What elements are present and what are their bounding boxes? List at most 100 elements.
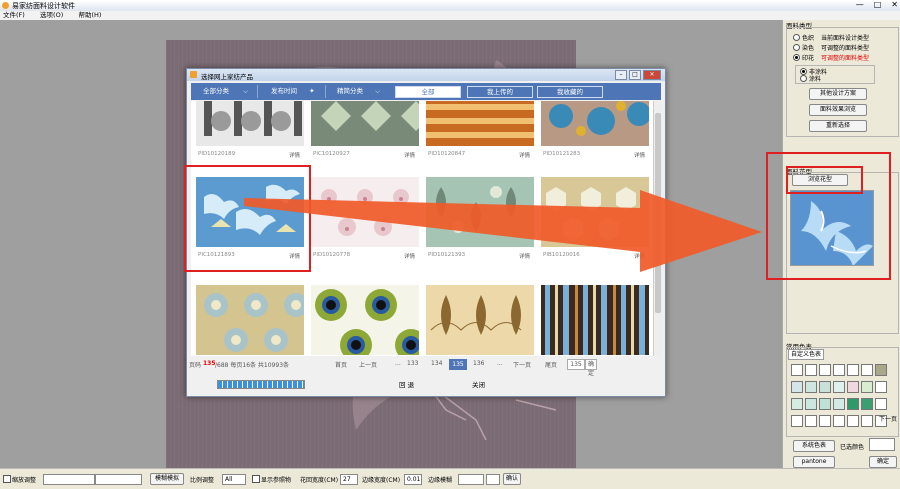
color-swatch[interactable]: [805, 364, 817, 376]
color-swatch[interactable]: [791, 364, 803, 376]
product-thumbnail[interactable]: [541, 101, 649, 146]
grid-scrollbar[interactable]: [653, 101, 662, 356]
pantone-button[interactable]: pantone: [793, 456, 835, 468]
product-detail-link[interactable]: 详情: [404, 151, 415, 159]
color-swatch[interactable]: [861, 398, 873, 410]
reselect-button[interactable]: 重新选择: [809, 120, 867, 132]
product-detail-link[interactable]: 详情: [519, 252, 530, 260]
radio-paint[interactable]: 涂料: [800, 74, 821, 83]
page-first-link[interactable]: 首页: [335, 360, 347, 369]
all-category-dropdown[interactable]: 全部分类 ⌵: [203, 86, 248, 97]
product-thumbnail[interactable]: [426, 177, 534, 247]
edge-blur-slider[interactable]: [458, 474, 484, 485]
zoom-slider-2[interactable]: [95, 474, 142, 485]
product-thumbnail[interactable]: [311, 101, 419, 146]
preview-effect-button[interactable]: 面料效果浏览: [809, 104, 867, 116]
next-page-link[interactable]: 下一页: [879, 414, 897, 423]
product-card[interactable]: PID10120847 详情: [426, 101, 534, 164]
product-card[interactable]: PIC10120927 详情: [311, 101, 419, 164]
edge-blur-input[interactable]: [486, 474, 500, 485]
page-link-136[interactable]: 136: [473, 360, 484, 367]
product-card[interactable]: [311, 285, 419, 356]
zoom-slider[interactable]: [43, 474, 95, 485]
product-card[interactable]: [541, 285, 649, 356]
color-swatch[interactable]: [833, 364, 845, 376]
dialog-maximize-button[interactable]: □: [629, 70, 641, 80]
dialog-close-button[interactable]: ✕: [643, 70, 661, 80]
dialog-close-text-button[interactable]: 关闭: [472, 379, 485, 389]
page-prev-link[interactable]: 上一页: [359, 360, 377, 369]
product-thumbnail[interactable]: [196, 101, 304, 146]
product-thumbnail[interactable]: [196, 285, 304, 355]
color-swatch[interactable]: [819, 381, 831, 393]
page-go-button[interactable]: 确定: [585, 359, 597, 377]
color-swatch[interactable]: [819, 398, 831, 410]
product-detail-link[interactable]: 详情: [634, 252, 645, 260]
color-swatch[interactable]: [819, 364, 831, 376]
page-link-135-active[interactable]: 135: [449, 359, 467, 370]
menu-help[interactable]: 帮助(H): [78, 11, 101, 19]
product-card[interactable]: PID10120189 详情: [196, 101, 304, 164]
ratio-select[interactable]: All: [222, 474, 246, 485]
back-button[interactable]: 回 退: [399, 379, 414, 389]
bottom-confirm-button[interactable]: 确认: [503, 473, 521, 485]
color-swatch[interactable]: [833, 381, 845, 393]
product-detail-link[interactable]: 详情: [634, 151, 645, 159]
product-thumbnail[interactable]: [541, 285, 649, 355]
product-thumbnail[interactable]: [541, 177, 649, 247]
page-last-link[interactable]: 尾页: [545, 360, 557, 369]
color-swatch[interactable]: [875, 364, 887, 376]
product-thumbnail[interactable]: [311, 285, 419, 355]
color-swatch[interactable]: [861, 415, 873, 427]
product-card[interactable]: [426, 285, 534, 356]
product-detail-link[interactable]: 详情: [289, 151, 300, 159]
product-thumbnail[interactable]: [311, 177, 419, 247]
radio-yarn-dyed[interactable]: 色织: [793, 33, 814, 42]
color-swatch[interactable]: [791, 398, 803, 410]
color-swatch[interactable]: [875, 381, 887, 393]
filter-favorites-button[interactable]: 我收藏的: [537, 86, 603, 98]
color-swatch[interactable]: [833, 398, 845, 410]
minimize-button[interactable]: —: [856, 0, 864, 9]
page-next-link[interactable]: 下一页: [513, 360, 531, 369]
product-card[interactable]: [196, 285, 304, 356]
color-swatch[interactable]: [875, 398, 887, 410]
page-link-133[interactable]: 133: [407, 360, 418, 367]
color-swatch[interactable]: [847, 381, 859, 393]
maximize-button[interactable]: □: [874, 0, 882, 9]
close-button[interactable]: ✕: [891, 0, 898, 9]
product-thumbnail[interactable]: [426, 285, 534, 355]
filter-uploaded-button[interactable]: 我上传的: [467, 86, 533, 98]
radio-dyed[interactable]: 染色: [793, 43, 814, 52]
system-colors-button[interactable]: 系统色表: [793, 440, 835, 452]
color-swatch[interactable]: [805, 381, 817, 393]
product-card[interactable]: PID10121283 详情: [541, 101, 649, 164]
edge-width-input[interactable]: 0.01: [404, 474, 422, 485]
other-scheme-button[interactable]: 其他设计方案: [809, 88, 867, 100]
show-reference-checkbox[interactable]: [252, 475, 260, 483]
pattern-width-input[interactable]: 27: [340, 474, 358, 485]
product-detail-link[interactable]: 详情: [404, 252, 415, 260]
menu-options[interactable]: 选项(O): [40, 11, 63, 19]
color-swatch[interactable]: [791, 381, 803, 393]
product-card[interactable]: PIB10120016 详情: [541, 177, 649, 265]
color-swatch[interactable]: [805, 415, 817, 427]
dialog-minimize-button[interactable]: –: [615, 70, 627, 80]
page-link-134[interactable]: 134: [431, 360, 442, 367]
color-swatch[interactable]: [847, 415, 859, 427]
product-thumbnail[interactable]: [426, 101, 534, 146]
color-swatch[interactable]: [791, 415, 803, 427]
color-swatch[interactable]: [847, 398, 859, 410]
page-goto-input[interactable]: 135: [567, 359, 585, 370]
product-card[interactable]: PID10121393 详情: [426, 177, 534, 265]
radio-printed[interactable]: 印花: [793, 53, 814, 62]
blur-simulate-button[interactable]: 模糊模拟: [150, 473, 184, 485]
color-swatch[interactable]: [847, 364, 859, 376]
color-swatch[interactable]: [833, 415, 845, 427]
menu-file[interactable]: 文件(F): [3, 11, 25, 19]
tab-custom-colors[interactable]: 自定义色表: [788, 349, 825, 360]
zoom-checkbox[interactable]: [3, 475, 11, 483]
product-detail-link[interactable]: 详情: [519, 151, 530, 159]
color-swatch[interactable]: [861, 364, 873, 376]
featured-category-dropdown[interactable]: 精简分类 ⌵: [337, 86, 380, 97]
